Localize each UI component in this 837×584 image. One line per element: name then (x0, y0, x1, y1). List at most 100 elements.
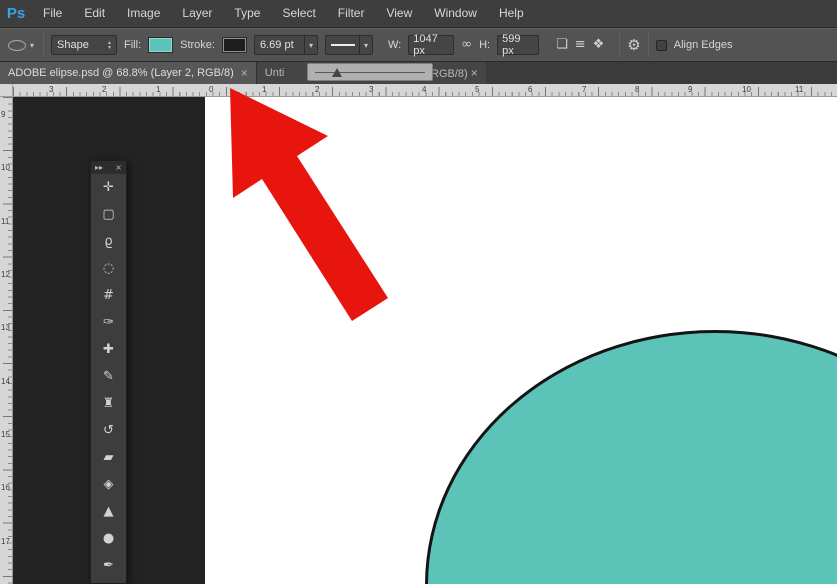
stroke-color-swatch[interactable] (221, 37, 247, 53)
clone-stamp-tool-icon: ♜ (102, 396, 115, 411)
ruler-mark: 10 (1, 163, 10, 172)
history-brush-tool-icon: ↺ (103, 423, 114, 438)
spot-healing-brush-tool-button[interactable]: ✚ (91, 336, 126, 363)
tab-title-fragment-left: Unti (264, 67, 285, 79)
close-panel-icon[interactable]: × (115, 163, 122, 172)
ruler-mark: 17 (1, 537, 10, 546)
blur-tool-button[interactable]: ▲ (91, 498, 126, 525)
options-bar: ▾ Shape ▴ ▾ Fill: Stroke: 6.69 pt ▾ ▾ W: … (0, 28, 837, 62)
eyedropper-tool-button[interactable]: ✑ (91, 309, 126, 336)
ruler-mark: 16 (1, 483, 10, 492)
pen-tool-button[interactable]: ✒ (91, 552, 126, 579)
clone-stamp-tool-button[interactable]: ♜ (91, 390, 126, 417)
rectangular-marquee-tool-button[interactable]: ▢ (91, 201, 126, 228)
menu-layer[interactable]: Layer (171, 0, 223, 27)
slider-thumb[interactable] (332, 68, 342, 77)
spot-healing-brush-tool-icon: ✚ (103, 342, 114, 357)
horizontal-ruler[interactable]: 3 2 1 0 1 2 3 4 5 6 7 8 9 10 11 (13, 84, 837, 97)
close-icon[interactable]: × (241, 66, 248, 80)
eraser-tool-icon: ▰ (103, 450, 114, 465)
brush-tool-button[interactable]: ✎ (91, 363, 126, 390)
stroke-width-input[interactable]: 6.69 pt ▾ (253, 35, 318, 55)
shape-height-field[interactable]: 599 px (497, 33, 540, 57)
quick-selection-tool-button[interactable]: ◌ (91, 255, 126, 282)
crop-tool-icon: # (103, 288, 114, 303)
ruler-mark: 2 (315, 85, 320, 94)
photoshop-window: Ps File Edit Image Layer Type Select Fil… (0, 0, 837, 584)
tab-adobe-elipse[interactable]: ADOBE elipse.psd @ 68.8% (Layer 2, RGB/8… (0, 62, 256, 84)
close-icon[interactable]: × (471, 66, 478, 80)
align-edges-label: Align Edges (673, 39, 733, 51)
tab-title: ADOBE elipse.psd @ 68.8% (Layer 2, RGB/8… (8, 67, 234, 79)
menu-view[interactable]: View (375, 0, 423, 27)
ruler-mark: 14 (1, 377, 10, 386)
ruler-mark: 4 (422, 85, 427, 94)
tool-preset-picker[interactable]: ▾ (8, 39, 34, 51)
ruler-mark: 11 (1, 217, 10, 226)
menu-image[interactable]: Image (116, 0, 171, 27)
move-tool-button[interactable]: ✛ (91, 174, 126, 201)
align-edges-checkbox[interactable] (655, 39, 667, 51)
ruler-mark: 9 (1, 110, 6, 119)
path-operations-icon[interactable]: ❏ (556, 35, 568, 55)
menu-select[interactable]: Select (271, 0, 326, 27)
menu-type[interactable]: Type (223, 0, 271, 27)
gear-icon[interactable]: ⚙ (627, 35, 640, 55)
tools-palette: ▸▸ × ✛ ▢ ϱ ◌ # ✑ ✚ ✎ ♜ ↺ ▰ ◈ ▲ ● ✒ (90, 160, 127, 584)
history-brush-tool-button[interactable]: ↺ (91, 417, 126, 444)
ruler-mark: 13 (1, 323, 10, 332)
menu-window[interactable]: Window (423, 0, 488, 27)
ruler-mark: 1 (262, 85, 267, 94)
canvas-ellipse[interactable] (425, 330, 837, 584)
lasso-tool-button[interactable]: ϱ (91, 228, 126, 255)
rectangular-marquee-tool-icon: ▢ (102, 207, 115, 222)
move-tool-icon: ✛ (103, 180, 114, 195)
height-label: H: (479, 39, 491, 51)
updown-arrows-icon: ▴ ▾ (108, 39, 112, 51)
link-dimensions-icon[interactable]: ∞ (461, 35, 472, 55)
ruler-mark: 15 (1, 430, 10, 439)
fill-color-swatch[interactable] (148, 37, 174, 53)
menu-filter[interactable]: Filter (327, 0, 376, 27)
crop-tool-button[interactable]: # (91, 282, 126, 309)
ellipse-tool-icon (8, 39, 26, 51)
path-arrangement-icon[interactable]: ❖ (593, 35, 605, 55)
pen-tool-icon: ✒ (103, 558, 114, 573)
lasso-tool-icon: ϱ (104, 234, 113, 249)
ruler-corner (0, 84, 13, 97)
menu-help[interactable]: Help (488, 0, 535, 27)
menu-file[interactable]: File (32, 0, 73, 27)
ruler-mark: 11 (795, 85, 804, 94)
ruler-mark: 10 (742, 85, 751, 94)
ruler-mark: 1 (156, 85, 161, 94)
stroke-width-value: 6.69 pt (259, 39, 294, 51)
ruler-mark: 9 (688, 85, 693, 94)
dodge-tool-button[interactable]: ● (91, 525, 126, 552)
canvas[interactable] (205, 97, 837, 584)
quick-selection-tool-icon: ◌ (102, 261, 115, 276)
dodge-tool-icon: ● (102, 531, 115, 546)
collapse-panel-icon[interactable]: ▸▸ (95, 163, 103, 172)
stroke-width-dropdown-arrow-icon[interactable]: ▾ (303, 36, 317, 54)
ruler-mark: 3 (369, 85, 374, 94)
tool-mode-select[interactable]: Shape ▴ ▾ (51, 35, 118, 55)
blur-tool-icon: ▲ (103, 504, 114, 519)
stroke-style-select[interactable]: ▾ (324, 35, 373, 55)
path-alignment-icon[interactable]: ≡ (575, 35, 586, 55)
brush-tool-icon: ✎ (103, 369, 114, 384)
eyedropper-tool-icon: ✑ (103, 315, 114, 330)
paint-bucket-tool-icon: ◈ (103, 477, 114, 492)
vertical-ruler[interactable]: 9 10 11 12 13 14 15 16 17 (0, 97, 13, 584)
ruler-mark: 0 (209, 85, 214, 94)
width-label: W: (387, 39, 402, 51)
ruler-mark: 5 (475, 85, 480, 94)
stroke-style-preview (330, 44, 355, 46)
eraser-tool-button[interactable]: ▰ (91, 444, 126, 471)
paint-bucket-tool-button[interactable]: ◈ (91, 471, 126, 498)
shape-width-field[interactable]: 1047 px (408, 33, 455, 57)
ruler-mark: 7 (582, 85, 587, 94)
fill-label: Fill: (124, 39, 142, 51)
ruler-mark: 6 (528, 85, 533, 94)
divider (619, 33, 621, 57)
menu-edit[interactable]: Edit (73, 0, 116, 27)
